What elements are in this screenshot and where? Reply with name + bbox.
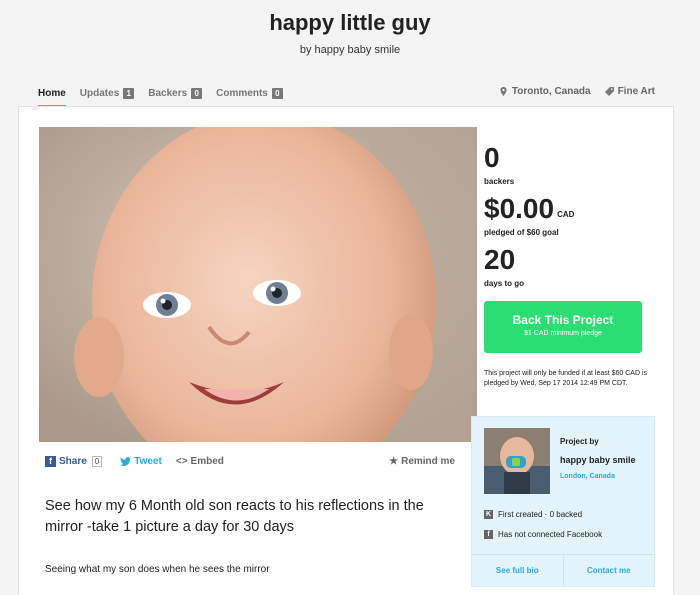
tweet-label: Tweet — [134, 456, 162, 467]
back-button-label: Back This Project — [512, 313, 614, 327]
facebook-icon: f — [484, 530, 493, 539]
tab-home[interactable]: Home — [38, 86, 66, 108]
embed-button[interactable]: <> Embed — [176, 456, 224, 467]
tab-comments[interactable]: Comments 0 — [216, 86, 283, 100]
code-brackets-icon: <> — [175, 456, 188, 467]
creator-facebook-status: f Has not connected Facebook — [484, 530, 602, 539]
creator-name[interactable]: happy baby smile — [560, 455, 636, 465]
backers-count-badge: 0 — [191, 87, 203, 99]
project-video-thumbnail[interactable] — [39, 127, 477, 442]
project-title: happy little guy — [269, 10, 431, 35]
project-nav: Home Updates 1 Backers 0 Comments 0 — [38, 86, 283, 108]
facebook-share-label: Share — [59, 456, 87, 467]
tweet-button[interactable]: Tweet — [120, 456, 162, 467]
creator-box: Project by happy baby smile London, Cana… — [471, 416, 655, 587]
updates-count-badge: 1 — [123, 87, 135, 99]
facebook-share-count: 0 — [91, 456, 103, 467]
days-to-go-count: 20 — [484, 244, 516, 275]
funding-deadline-note: This project will only be funded if at l… — [484, 370, 648, 387]
creator-actions: See full bio Contact me — [472, 554, 654, 586]
tab-comments-label: Comments — [216, 87, 268, 99]
creator-location[interactable]: London, Canada — [560, 473, 615, 480]
remind-me-label: Remind me — [401, 456, 455, 467]
baby-photo-image — [39, 127, 477, 442]
first-created-label: First created · 0 backed — [498, 510, 583, 519]
funding-stats: 0 backers $0.00 CAD pledged of $60 goal 2… — [484, 143, 654, 296]
pledged-amount: $0.00 CAD — [484, 194, 654, 224]
category-label: Fine Art — [617, 86, 655, 97]
embed-label: Embed — [190, 456, 224, 467]
backers-label: backers — [484, 177, 515, 186]
creator-history: K First created · 0 backed — [484, 510, 582, 519]
comments-count-badge: 0 — [271, 87, 283, 99]
tab-backers-label: Backers — [148, 87, 188, 99]
project-blurb: See how my 6 Month old son reacts to his… — [45, 498, 424, 535]
creator-avatar[interactable] — [484, 428, 550, 494]
project-description: Seeing what my son does when he sees the… — [45, 564, 270, 575]
facebook-share-button[interactable]: f Share 0 — [45, 456, 103, 467]
twitter-icon — [120, 457, 132, 466]
project-byline[interactable]: by happy baby smile — [0, 44, 700, 56]
share-row: f Share 0 Tweet <> Embed ★ Remind me — [45, 456, 455, 467]
facebook-icon: f — [45, 456, 56, 467]
project-meta: Toronto, Canada Fine Art — [499, 86, 655, 97]
back-this-project-button[interactable]: Back This Project $1 CAD minimum pledge — [484, 301, 642, 353]
tab-updates[interactable]: Updates 1 — [79, 86, 135, 100]
pledged-currency: CAD — [557, 210, 575, 219]
pledged-label: pledged of $60 goal — [484, 228, 559, 237]
location-label: Toronto, Canada — [511, 86, 591, 97]
remind-me-button[interactable]: ★ Remind me — [389, 456, 455, 467]
project-by-label: Project by — [560, 437, 599, 446]
days-to-go-label: days to go — [484, 279, 525, 288]
tag-icon — [604, 87, 614, 96]
see-full-bio-button[interactable]: See full bio — [472, 555, 564, 586]
tab-backers[interactable]: Backers 0 — [148, 86, 203, 100]
backers-count: 0 — [484, 142, 500, 173]
project-card: f Share 0 Tweet <> Embed ★ Remind me See… — [18, 106, 674, 595]
page-header: happy little guy by happy baby smile Hom… — [0, 0, 700, 108]
tab-updates-label: Updates — [79, 87, 120, 99]
category-link[interactable]: Fine Art — [604, 86, 655, 97]
location-link[interactable]: Toronto, Canada — [499, 86, 591, 97]
contact-me-button[interactable]: Contact me — [564, 555, 655, 586]
facebook-status-label: Has not connected Facebook — [498, 530, 603, 539]
tab-home-label: Home — [38, 87, 66, 99]
pledged-value: $0.00 — [484, 193, 555, 224]
star-icon: ★ — [389, 456, 399, 467]
kickstarter-k-icon: K — [484, 510, 493, 519]
map-pin-icon — [500, 87, 507, 96]
creator-avatar-image — [484, 428, 550, 494]
minimum-pledge-label: $1 CAD minimum pledge — [524, 330, 602, 337]
